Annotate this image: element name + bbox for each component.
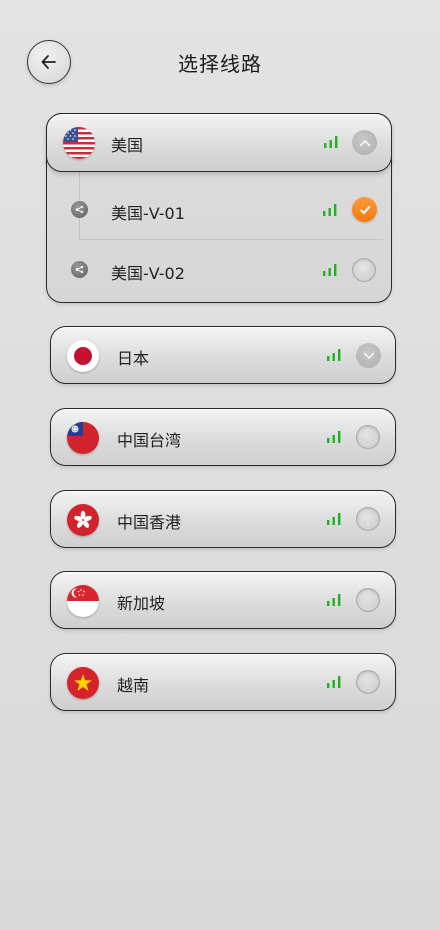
signal-bars-icon xyxy=(327,349,341,361)
signal-bars-icon xyxy=(324,136,338,148)
server-node-icon xyxy=(71,201,88,218)
signal-bars-icon xyxy=(327,676,341,688)
route-item-us-v02[interactable]: 美国-V-02 xyxy=(47,240,391,300)
hk-flag-icon xyxy=(67,504,99,536)
region-item-tw[interactable]: 中国台湾 xyxy=(50,408,396,466)
chevron-down-icon[interactable] xyxy=(356,343,381,368)
signal-bars-icon xyxy=(327,594,341,606)
sg-flag-icon xyxy=(67,585,99,617)
route-label: 美国-V-01 xyxy=(111,204,185,223)
region-item-vn[interactable]: 越南 xyxy=(50,653,396,711)
jp-flag-icon xyxy=(67,340,99,372)
check-icon[interactable] xyxy=(352,197,377,222)
region-radio[interactable] xyxy=(356,588,380,612)
region-label: 中国香港 xyxy=(117,513,182,532)
vn-flag-icon xyxy=(67,667,99,699)
region-radio[interactable] xyxy=(356,507,380,531)
region-radio[interactable] xyxy=(356,670,380,694)
tw-flag-icon xyxy=(67,422,99,454)
server-node-icon xyxy=(71,261,88,278)
route-radio[interactable] xyxy=(352,258,376,282)
region-header-us[interactable]: 美国 xyxy=(46,113,392,172)
region-item-sg[interactable]: 新加坡 xyxy=(50,571,396,629)
region-radio[interactable] xyxy=(356,425,380,449)
region-label: 美国 xyxy=(111,136,144,155)
signal-bars-icon xyxy=(327,513,341,525)
page-title: 选择线路 xyxy=(178,52,262,76)
region-label: 中国台湾 xyxy=(117,431,182,450)
us-flag-icon xyxy=(63,127,95,159)
region-label: 新加坡 xyxy=(117,594,166,613)
region-group-us: 美国-V-01 美国-V-02 美国 xyxy=(46,113,392,303)
region-item-jp[interactable]: 日本 xyxy=(50,326,396,384)
signal-bars-icon xyxy=(327,431,341,443)
route-item-us-v01[interactable]: 美国-V-01 xyxy=(47,180,391,240)
signal-bars-icon xyxy=(323,264,337,276)
signal-bars-icon xyxy=(323,204,337,216)
chevron-up-icon[interactable] xyxy=(352,130,377,155)
region-item-hk[interactable]: 中国香港 xyxy=(50,490,396,548)
region-label: 越南 xyxy=(117,676,150,695)
route-label: 美国-V-02 xyxy=(111,264,185,283)
region-label: 日本 xyxy=(117,349,150,368)
